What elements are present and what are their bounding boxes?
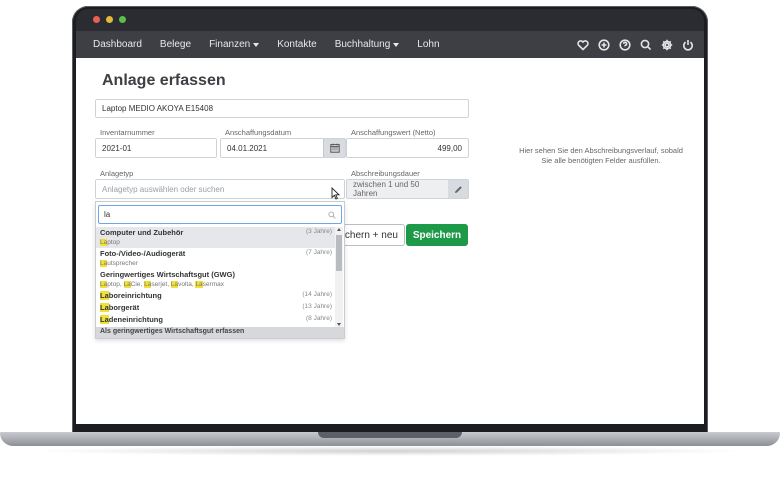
inventory-input[interactable]: 2021-01 (95, 138, 217, 158)
asset-type-label: Anlagetyp (100, 169, 134, 178)
asset-type-dropdown: la Computer und Zubehör Laptop (3 Jahre)… (95, 201, 345, 339)
list-item[interactable]: Laborgerät (13 Jahre) (96, 302, 336, 314)
value-label: Anschaffungswert (Netto) (351, 128, 436, 137)
nav-item-kontakte[interactable]: Kontakte (277, 39, 316, 50)
calendar-icon (329, 143, 340, 153)
help-icon[interactable] (619, 38, 631, 51)
list-item[interactable]: Laboreinrichtung (14 Jahre) (96, 290, 336, 302)
acquisition-value-input[interactable]: 499,00 (346, 138, 469, 158)
chevron-down-icon (393, 42, 400, 47)
power-icon[interactable] (682, 39, 694, 51)
nav-item-lohn[interactable]: Lohn (417, 39, 439, 50)
duration-label: Abschreibungsdauer (351, 169, 420, 178)
laptop-shadow (30, 446, 750, 456)
window-close-dot[interactable] (93, 16, 100, 23)
edit-duration-button[interactable] (448, 180, 468, 198)
window-minimize-dot[interactable] (106, 16, 113, 23)
gwg-option-footer[interactable]: Als geringwertiges Wirtschaftsgut erfass… (96, 327, 344, 338)
list-item[interactable]: Foto-/Video-/Audiogerät Lautsprecher (7 … (96, 248, 336, 269)
nav-icon-group (577, 31, 694, 58)
list-item[interactable]: Computer und Zubehör Laptop (3 Jahre) (96, 227, 336, 248)
depreciation-info-text: Hier sehen Sie den Abschreibungsverlauf,… (519, 146, 683, 165)
top-navigation: Dashboard Belege Finanzen Kontakte Buchh… (76, 31, 704, 58)
nav-item-finanzen[interactable]: Finanzen (209, 39, 260, 50)
window-titlebar (76, 9, 704, 31)
plus-circle-icon[interactable] (598, 38, 610, 51)
dropdown-scrollbar-thumb[interactable] (336, 235, 342, 271)
app-screen: Dashboard Belege Finanzen Kontakte Buchh… (76, 31, 704, 424)
laptop-notch (318, 432, 462, 438)
page-title: Anlage erfassen (102, 72, 226, 89)
window-maximize-dot[interactable] (119, 16, 126, 23)
save-button[interactable]: Speichern (406, 224, 468, 246)
date-label: Anschaffungsdatum (225, 128, 292, 137)
search-icon[interactable] (640, 39, 652, 51)
cursor-pointer-icon (331, 187, 340, 200)
list-item[interactable]: Geringwertiges Wirtschaftsgut (GWG) Lapt… (96, 269, 336, 290)
search-icon (328, 211, 336, 219)
nav-item-buchhaltung[interactable]: Buchhaltung (335, 39, 400, 50)
nav-item-belege[interactable]: Belege (160, 39, 191, 50)
heart-icon[interactable] (577, 39, 589, 51)
asset-type-select[interactable]: Anlagetyp auswählen oder suchen (95, 179, 345, 199)
scroll-down-icon[interactable] (337, 323, 341, 326)
calendar-button[interactable] (323, 139, 345, 157)
dropdown-search-input[interactable]: la (98, 205, 342, 224)
save-and-new-button[interactable]: Speichern + neu (340, 224, 405, 246)
asset-name-input[interactable]: Laptop MEDIO AKOYA E15408 (95, 99, 469, 118)
dropdown-options-list: Computer und Zubehör Laptop (3 Jahre) Fo… (96, 227, 336, 327)
chevron-down-icon (253, 42, 260, 47)
scroll-up-icon[interactable] (337, 228, 341, 231)
pencil-icon (454, 185, 462, 193)
list-item[interactable]: Ladeneinrichtung (8 Jahre) (96, 314, 336, 326)
nav-item-dashboard[interactable]: Dashboard (93, 39, 142, 50)
gear-icon[interactable] (661, 39, 673, 51)
inventory-label: Inventarnummer (100, 128, 155, 137)
